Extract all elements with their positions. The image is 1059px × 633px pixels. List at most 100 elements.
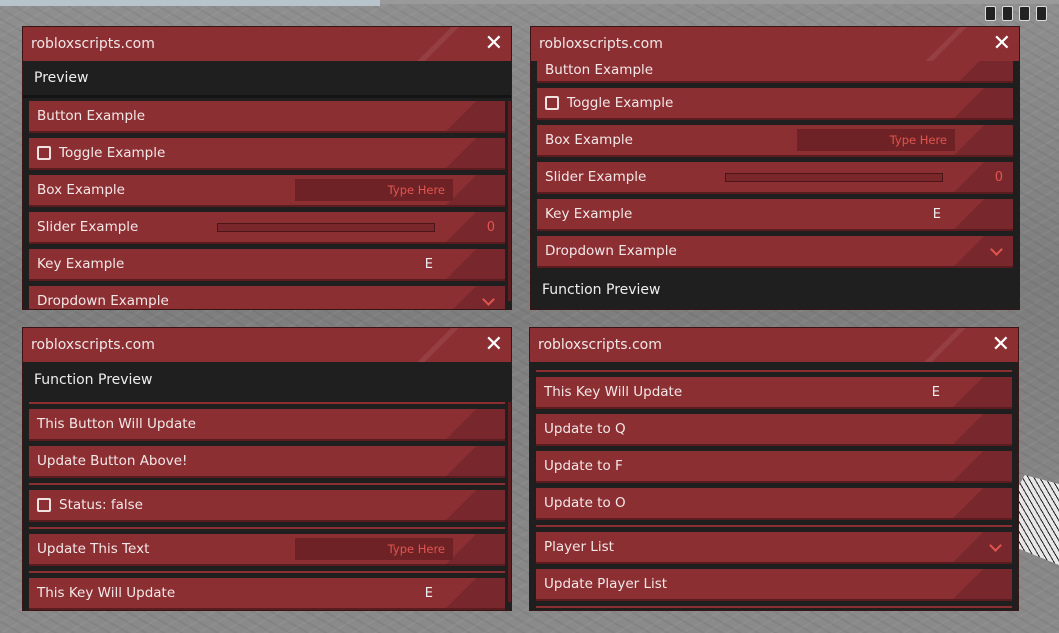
item-label: Key Example <box>545 206 633 222</box>
slider-example: Slider Example 0 <box>29 212 505 244</box>
item-label: Update to Q <box>544 421 626 437</box>
divider <box>536 606 1012 608</box>
dropdown-example[interactable]: Dropdown Example <box>29 286 505 309</box>
update-to-o-button[interactable]: Update to O <box>536 488 1012 520</box>
player-icon <box>1036 6 1047 21</box>
item-label: Status: false <box>59 497 143 513</box>
item-label: Slider Example <box>545 169 647 185</box>
update-to-f-button[interactable]: Update to F <box>536 451 1012 483</box>
text-input[interactable]: Type Here <box>295 179 453 201</box>
close-icon[interactable]: ✕ <box>992 334 1010 356</box>
window-body: Function Preview This Button Will Update… <box>23 362 511 610</box>
divider <box>536 525 1012 527</box>
update-text-box: Update This Text Type Here <box>29 534 505 566</box>
toggle-example[interactable]: Toggle Example <box>29 138 505 170</box>
chevron-down-icon[interactable] <box>989 539 1002 552</box>
key-update[interactable]: This Key Will Update E <box>536 377 1012 409</box>
item-label: Dropdown Example <box>545 243 677 259</box>
player-list-dropdown[interactable]: Player List <box>536 532 1012 564</box>
item-label: Box Example <box>37 182 125 198</box>
script-window-1[interactable]: robloxscripts.com ✕ Preview Button Examp… <box>22 26 512 310</box>
update-above-button[interactable]: Update Button Above! <box>29 446 505 478</box>
player-icon <box>985 6 996 21</box>
checkbox[interactable] <box>545 96 559 110</box>
item-label: Slider Example <box>37 219 139 235</box>
section-preview: Preview <box>23 61 511 98</box>
item-label: Button Example <box>37 108 146 124</box>
sky-strip <box>0 0 380 6</box>
window-titlebar[interactable]: robloxscripts.com ✕ <box>23 328 511 362</box>
chevron-down-icon[interactable] <box>482 293 495 306</box>
box-example: Box Example Type Here <box>29 175 505 207</box>
key-value: E <box>931 384 940 400</box>
scrollbar[interactable] <box>508 101 511 301</box>
item-label: Update Player List <box>544 576 668 592</box>
item-label: Player List <box>544 539 614 555</box>
item-label: This Button Will Update <box>37 416 196 432</box>
key-update[interactable]: This Key Will Update E <box>29 578 505 610</box>
close-icon[interactable]: ✕ <box>993 33 1011 55</box>
item-label: Button Example <box>545 62 654 78</box>
player-icon <box>1002 6 1013 21</box>
window-body: Preview Button Example Toggle Example Bo… <box>23 61 511 309</box>
button-example[interactable]: Button Example <box>537 61 1013 83</box>
script-window-2[interactable]: robloxscripts.com ✕ Button Example Toggl… <box>530 26 1020 310</box>
item-label: Toggle Example <box>567 95 674 111</box>
status-toggle[interactable]: Status: false <box>29 490 505 522</box>
key-example[interactable]: Key Example E <box>29 249 505 281</box>
item-label: Key Example <box>37 256 125 272</box>
text-input[interactable]: Type Here <box>797 129 955 151</box>
item-label: Update to O <box>544 495 626 511</box>
item-label: Toggle Example <box>59 145 166 161</box>
scrollbar[interactable] <box>508 402 511 602</box>
window-title: robloxscripts.com <box>31 337 155 353</box>
window-titlebar[interactable]: robloxscripts.com ✕ <box>530 328 1018 362</box>
player-icon <box>1019 6 1030 21</box>
item-label: This Key Will Update <box>37 585 176 601</box>
game-hud-icons <box>985 6 1047 21</box>
sky-strip-far <box>380 0 1059 4</box>
key-value: E <box>424 256 433 272</box>
item-label: This Key Will Update <box>544 384 683 400</box>
toggle-example[interactable]: Toggle Example <box>537 88 1013 120</box>
slider-value: 0 <box>994 169 1003 185</box>
key-example[interactable]: Key Example E <box>537 199 1013 231</box>
button-example[interactable]: Button Example <box>29 101 505 133</box>
key-value: E <box>932 206 941 222</box>
section-function-preview: Function Preview <box>23 362 511 400</box>
divider <box>29 483 505 485</box>
item-label: Dropdown Example <box>37 293 169 309</box>
item-label: Update to F <box>544 458 623 474</box>
slider-track[interactable] <box>725 172 943 182</box>
script-window-3[interactable]: robloxscripts.com ✕ Function Preview Thi… <box>22 327 512 611</box>
close-icon[interactable]: ✕ <box>485 33 503 55</box>
update-to-q-button[interactable]: Update to Q <box>536 414 1012 446</box>
window-body: This Key Will Update E Update to Q Update… <box>536 362 1012 610</box>
slider-example: Slider Example 0 <box>537 162 1013 194</box>
key-value: E <box>424 585 433 601</box>
item-label: Update Button Above! <box>37 453 188 469</box>
slider-track[interactable] <box>217 222 435 232</box>
divider <box>29 571 505 573</box>
close-icon[interactable]: ✕ <box>485 334 503 356</box>
window-title: robloxscripts.com <box>31 36 155 52</box>
window-title: robloxscripts.com <box>539 36 663 52</box>
box-example: Box Example Type Here <box>537 125 1013 157</box>
text-input[interactable]: Type Here <box>295 538 453 560</box>
update-button[interactable]: This Button Will Update <box>29 409 505 441</box>
chevron-down-icon[interactable] <box>990 243 1003 256</box>
slider-value: 0 <box>486 219 495 235</box>
checkbox[interactable] <box>37 498 51 512</box>
window-titlebar[interactable]: robloxscripts.com ✕ <box>23 27 511 61</box>
window-body: Button Example Toggle Example Box Exampl… <box>537 61 1013 309</box>
window-title: robloxscripts.com <box>538 337 662 353</box>
divider <box>29 402 505 404</box>
divider <box>536 370 1012 372</box>
checkbox[interactable] <box>37 146 51 160</box>
dropdown-example[interactable]: Dropdown Example <box>537 236 1013 268</box>
update-player-list-button[interactable]: Update Player List <box>536 569 1012 601</box>
item-label: Box Example <box>545 132 633 148</box>
window-titlebar[interactable]: robloxscripts.com ✕ <box>531 27 1019 61</box>
script-window-4[interactable]: robloxscripts.com ✕ This Key Will Update… <box>529 327 1019 611</box>
section-function-preview: Function Preview <box>537 273 1013 307</box>
